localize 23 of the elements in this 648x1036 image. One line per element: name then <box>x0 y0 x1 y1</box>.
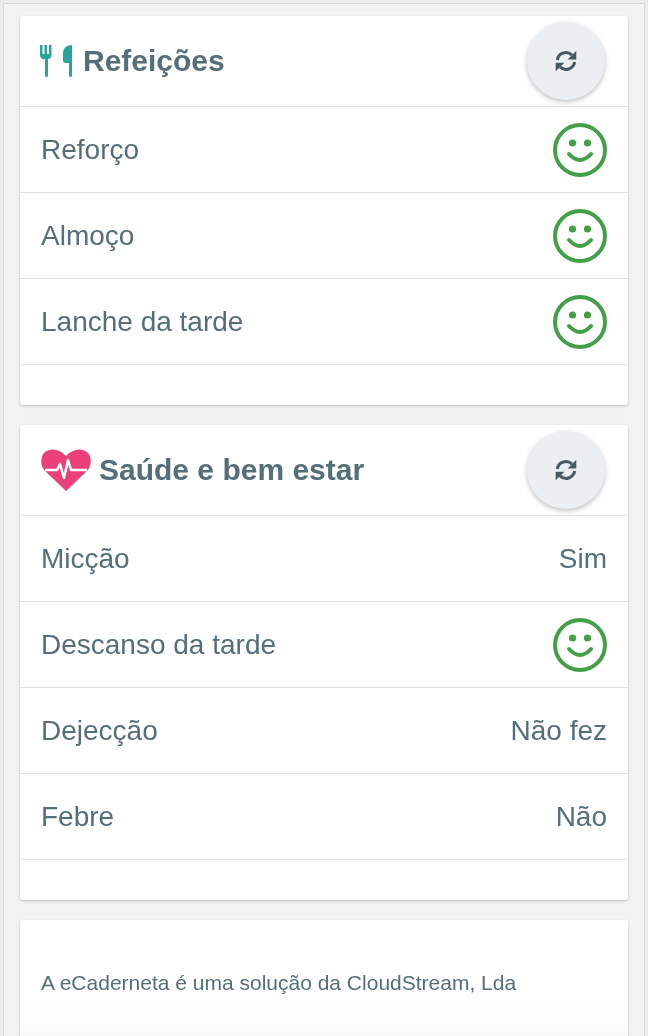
row-label: Micção <box>41 542 130 575</box>
refresh-icon <box>553 48 579 74</box>
heart-pulse-icon <box>40 448 92 492</box>
refresh-button[interactable] <box>527 22 605 100</box>
refresh-icon <box>553 457 579 483</box>
footer-text: A eCaderneta é uma solução da CloudStream, Lda <box>41 971 517 994</box>
row-value: Sim <box>558 542 607 575</box>
row-label: Febre <box>41 800 115 833</box>
smiley-icon <box>553 294 607 349</box>
refresh-button[interactable] <box>527 431 605 509</box>
row-label: Dejecção <box>41 714 158 747</box>
smiley-icon <box>553 208 607 263</box>
smiley-icon <box>553 122 607 177</box>
row-label: Reforço <box>41 133 140 166</box>
row-label: Descanso da tarde <box>41 628 277 661</box>
section-title: Refeições <box>83 44 225 78</box>
fork-knife-icon <box>40 45 72 77</box>
row-label: Lanche da tarde <box>41 305 244 338</box>
row-label: Almoço <box>41 219 135 252</box>
smiley-icon <box>553 617 607 672</box>
row-value: Não fez <box>510 714 607 747</box>
section-title: Saúde e bem estar <box>99 453 365 487</box>
row-value: Não <box>555 800 607 833</box>
